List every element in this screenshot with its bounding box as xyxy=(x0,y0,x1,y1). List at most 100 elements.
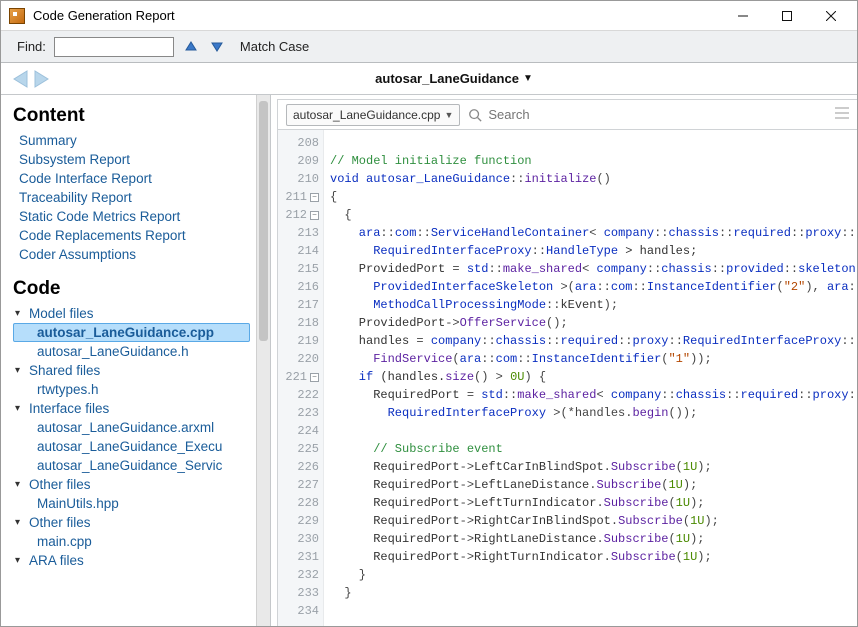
gutter-line: 221− xyxy=(278,368,319,386)
code-line: } xyxy=(330,584,851,602)
page-dropdown[interactable]: autosar_LaneGuidance ▼ xyxy=(61,71,847,86)
gutter-line: 225 xyxy=(278,440,319,458)
gutter-line: 211− xyxy=(278,188,319,206)
code-line xyxy=(330,422,851,440)
sidebar-file[interactable]: rtwtypes.h xyxy=(13,380,250,399)
chevron-down-icon: ▼ xyxy=(523,73,533,84)
code-editor[interactable]: 208209210211−212−21321421521621721821922… xyxy=(278,130,857,626)
gutter-line: 217 xyxy=(278,296,319,314)
sidebar-scrollbar[interactable] xyxy=(256,95,270,626)
file-dropdown[interactable]: autosar_LaneGuidance.cpp ▼ xyxy=(286,104,460,126)
gutter-line: 208 xyxy=(278,134,319,152)
sidebar-group-label: ARA files xyxy=(29,553,84,568)
gutter-line: 210 xyxy=(278,170,319,188)
sidebar-link[interactable]: Coder Assumptions xyxy=(13,245,250,264)
sidebar-file[interactable]: autosar_LaneGuidance_Execu xyxy=(13,437,250,456)
sidebar-scroll-thumb[interactable] xyxy=(259,101,268,341)
gutter-line: 215 xyxy=(278,260,319,278)
code-line: handles = company::chassis::required::pr… xyxy=(330,332,851,350)
code-line: void autosar_LaneGuidance::initialize() xyxy=(330,170,851,188)
gutter-line: 209 xyxy=(278,152,319,170)
code-line: // Subscribe event xyxy=(330,440,851,458)
sidebar-file[interactable]: autosar_LaneGuidance.arxml xyxy=(13,418,250,437)
maximize-button[interactable] xyxy=(765,2,809,30)
code-content: // Model initialize functionvoid autosar… xyxy=(324,130,857,626)
gutter-line: 233 xyxy=(278,584,319,602)
editor-toolbar: autosar_LaneGuidance.cpp ▼ xyxy=(278,100,857,130)
sub-header: autosar_LaneGuidance ▼ xyxy=(1,63,857,95)
chevron-down-icon: ▾ xyxy=(15,365,25,376)
gutter-line: 212− xyxy=(278,206,319,224)
sidebar-group[interactable]: ▾ Model files xyxy=(13,304,250,323)
find-bar: Find: Match Case xyxy=(1,31,857,63)
sidebar-file[interactable]: MainUtils.hpp xyxy=(13,494,250,513)
sidebar-group-label: Interface files xyxy=(29,401,109,416)
code-line: RequiredPort->LeftLaneDistance.Subscribe… xyxy=(330,476,851,494)
sidebar-group[interactable]: ▾Other files xyxy=(13,513,250,532)
code-line: RequiredInterfaceProxy::HandleType > han… xyxy=(330,242,851,260)
gutter-line: 224 xyxy=(278,422,319,440)
sidebar-link[interactable]: Code Interface Report xyxy=(13,169,250,188)
sidebar-group-label: Other files xyxy=(29,515,91,530)
code-line: ProvidedPort = std::make_shared< company… xyxy=(330,260,851,278)
sidebar-group-label: Shared files xyxy=(29,363,100,378)
file-dropdown-label: autosar_LaneGuidance.cpp xyxy=(293,108,440,122)
sidebar-link[interactable]: Summary xyxy=(13,131,250,150)
code-line: MethodCallProcessingMode::kEvent); xyxy=(330,296,851,314)
sidebar-group-label: Other files xyxy=(29,477,91,492)
find-input[interactable] xyxy=(54,37,174,57)
fold-toggle[interactable]: − xyxy=(310,373,319,382)
line-gutter: 208209210211−212−21321421521621721821922… xyxy=(278,130,324,626)
code-line xyxy=(330,134,851,152)
sidebar-group[interactable]: ▾ ARA files xyxy=(13,551,250,570)
sidebar-link[interactable]: Static Code Metrics Report xyxy=(13,207,250,226)
sidebar-group[interactable]: ▾Interface files xyxy=(13,399,250,418)
gutter-line: 218 xyxy=(278,314,319,332)
nav-forward-button[interactable] xyxy=(31,68,51,90)
title-bar: Code Generation Report xyxy=(1,1,857,31)
minimize-button[interactable] xyxy=(721,2,765,30)
sidebar-heading-code: Code xyxy=(13,278,250,300)
code-search-input[interactable] xyxy=(488,107,827,122)
window-title: Code Generation Report xyxy=(33,8,175,23)
sidebar-link[interactable]: Code Replacements Report xyxy=(13,226,250,245)
sidebar-file[interactable]: autosar_LaneGuidance.cpp xyxy=(13,323,250,342)
code-line: ara::com::ServiceHandleContainer< compan… xyxy=(330,224,851,242)
sidebar: ContentSummarySubsystem ReportCode Inter… xyxy=(1,95,256,626)
gutter-line: 219 xyxy=(278,332,319,350)
fold-toggle[interactable]: − xyxy=(310,193,319,202)
chevron-down-icon: ▾ xyxy=(15,555,25,566)
code-line: ProvidedInterfaceSkeleton >(ara::com::In… xyxy=(330,278,851,296)
fold-toggle[interactable]: − xyxy=(310,211,319,220)
chevron-down-icon: ▼ xyxy=(444,110,453,120)
editor-menu-button[interactable] xyxy=(835,107,849,122)
gutter-line: 214 xyxy=(278,242,319,260)
sidebar-link[interactable]: Subsystem Report xyxy=(13,150,250,169)
sidebar-group[interactable]: ▾ Other files xyxy=(13,475,250,494)
code-line: RequiredPort = std::make_shared< company… xyxy=(330,386,851,404)
sidebar-link[interactable]: Traceability Report xyxy=(13,188,250,207)
nav-back-button[interactable] xyxy=(11,68,31,90)
code-line: RequiredPort->RightLaneDistance.Subscrib… xyxy=(330,530,851,548)
chevron-down-icon: ▾ xyxy=(15,308,25,319)
sidebar-group[interactable]: ▾ Shared files xyxy=(13,361,250,380)
code-line: { xyxy=(330,206,851,224)
match-case-toggle[interactable]: Match Case xyxy=(234,39,309,54)
sidebar-file[interactable]: main.cpp xyxy=(13,532,250,551)
code-line: RequiredPort->LeftTurnIndicator.Subscrib… xyxy=(330,494,851,512)
sidebar-file[interactable]: autosar_LaneGuidance_Servic xyxy=(13,456,250,475)
gutter-line: 227 xyxy=(278,476,319,494)
sidebar-group-label: Model files xyxy=(29,306,94,321)
find-next-button[interactable] xyxy=(208,38,226,56)
chevron-down-icon: ▾ xyxy=(15,479,25,490)
close-button[interactable] xyxy=(809,2,853,30)
find-prev-button[interactable] xyxy=(182,38,200,56)
gutter-line: 213 xyxy=(278,224,319,242)
gutter-line: 232 xyxy=(278,566,319,584)
code-line: RequiredInterfaceProxy >(*handles.begin(… xyxy=(330,404,851,422)
sidebar-file[interactable]: autosar_LaneGuidance.h xyxy=(13,342,250,361)
code-line: // Model initialize function xyxy=(330,152,851,170)
code-line: RequiredPort->RightCarInBlindSpot.Subscr… xyxy=(330,512,851,530)
sidebar-heading-content: Content xyxy=(13,105,250,127)
search-icon xyxy=(468,108,482,122)
